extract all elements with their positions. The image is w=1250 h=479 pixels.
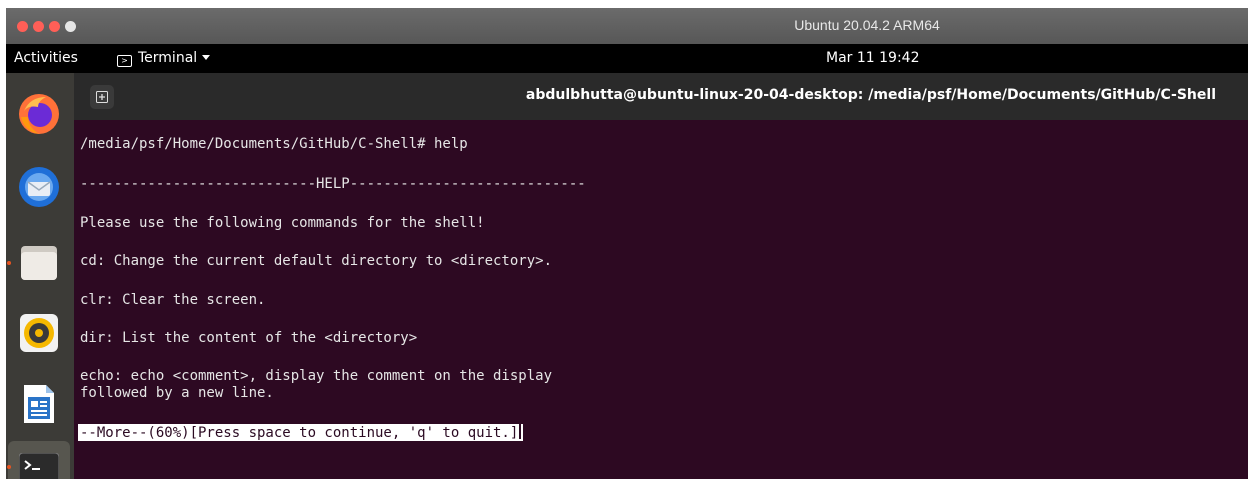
dock-rhythmbox[interactable] — [16, 310, 62, 356]
activities-button[interactable]: Activities — [14, 50, 78, 66]
running-indicator — [7, 465, 11, 469]
app-menu-button[interactable]: > Terminal — [117, 50, 211, 67]
caret-down-icon — [202, 55, 211, 60]
terminal-line: /media/psf/Home/Documents/GitHub/C-Shell… — [80, 136, 468, 152]
dock-files[interactable] — [16, 240, 62, 286]
text-cursor — [519, 424, 522, 439]
libreoffice-writer-icon — [24, 385, 54, 423]
more-prompt-text: --More--(60%)[Press space to continue, '… — [80, 425, 519, 441]
terminal-line: echo: echo <comment>, display the commen… — [80, 368, 553, 384]
clock[interactable]: Mar 11 19:42 — [826, 50, 919, 66]
vm-window: Ubuntu 20.04.2 ARM64 Activities > Termina… — [6, 8, 1248, 479]
running-indicator — [7, 261, 11, 265]
terminal-line: Please use the following commands for th… — [80, 215, 485, 231]
terminal-title: abdulbhutta@ubuntu-linux-20-04-desktop: … — [525, 87, 1216, 103]
dock-libreoffice-writer[interactable] — [16, 381, 62, 427]
dock — [6, 73, 74, 479]
new-tab-icon — [96, 91, 108, 103]
ubuntu-top-bar: Activities > Terminal Mar 11 19:42 — [6, 44, 1248, 73]
dock-thunderbird[interactable] — [16, 164, 62, 210]
terminal-mini-icon: > — [117, 55, 132, 67]
files-icon — [21, 246, 57, 280]
vm-title: Ubuntu 20.04.2 ARM64 — [794, 17, 940, 33]
firefox-icon — [19, 94, 59, 134]
terminal-headerbar: abdulbhutta@ubuntu-linux-20-04-desktop: … — [74, 73, 1248, 120]
more-pager-prompt: --More--(60%)[Press space to continue, '… — [78, 424, 524, 441]
thunderbird-icon — [19, 167, 59, 207]
dock-firefox[interactable] — [16, 91, 62, 137]
new-tab-button[interactable] — [90, 85, 114, 109]
terminal-line: cd: Change the current default directory… — [80, 253, 553, 269]
terminal-icon — [19, 453, 59, 479]
terminal-line: dir: List the content of the <directory> — [80, 330, 418, 346]
rhythmbox-icon — [20, 314, 58, 352]
terminal-output[interactable]: /media/psf/Home/Documents/GitHub/C-Shell… — [74, 120, 1248, 479]
vm-titlebar: Ubuntu 20.04.2 ARM64 — [6, 8, 1248, 44]
terminal-line: followed by a new line. — [80, 385, 274, 401]
terminal-line: ----------------------------HELP--------… — [80, 176, 586, 192]
app-menu-label: Terminal — [138, 50, 198, 66]
terminal-line: clr: Clear the screen. — [80, 292, 266, 308]
dock-terminal[interactable] — [8, 441, 70, 479]
